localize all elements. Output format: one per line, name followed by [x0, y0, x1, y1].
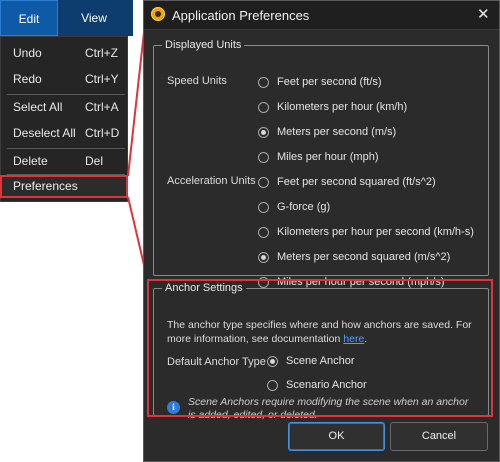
radio-speed-km-h[interactable]: Kilometers per hour (km/h): [258, 99, 407, 115]
radio-button-selected[interactable]: [267, 355, 278, 367]
menu-item-shortcut: Del: [85, 154, 104, 168]
radio-label: Meters per second (m/s): [277, 126, 397, 138]
documentation-link[interactable]: here: [343, 333, 364, 345]
radio-accel-ft-s2[interactable]: Feet per second squared (ft/s^2): [258, 174, 436, 190]
anchor-description-text: The anchor type specifies where and how …: [167, 319, 472, 345]
menu-item-redo[interactable]: Redo Ctrl+Y: [1, 68, 127, 90]
app-logo-icon: [151, 7, 165, 21]
radio-label: Miles per hour (mph): [277, 151, 379, 163]
radio-label: Scenario Anchor: [286, 379, 367, 391]
radio-speed-m-s[interactable]: Meters per second (m/s): [258, 124, 396, 140]
radio-button[interactable]: [258, 201, 269, 213]
anchor-description: The anchor type specifies where and how …: [167, 318, 479, 346]
menu-item-label: Select All: [13, 100, 63, 114]
menu-item-preferences[interactable]: Preferences: [0, 175, 128, 198]
menu-item-deselect-all[interactable]: Deselect All Ctrl+D: [1, 122, 127, 144]
menu-item-shortcut: Ctrl+Y: [85, 72, 119, 86]
radio-label: Feet per second squared (ft/s^2): [277, 176, 436, 188]
menu-item-label: Preferences: [13, 179, 78, 193]
radio-button[interactable]: [258, 76, 269, 88]
radio-label: Kilometers per hour per second (km/h-s): [277, 226, 474, 238]
radio-button-selected[interactable]: [258, 251, 269, 263]
menu-item-label: Redo: [13, 72, 42, 86]
radio-button[interactable]: [267, 379, 278, 391]
radio-scene-anchor[interactable]: Scene Anchor: [267, 353, 355, 369]
dialog-titlebar[interactable]: Application Preferences ✕: [144, 1, 499, 30]
menu-item-label: Undo: [13, 46, 42, 60]
menu-item-shortcut: Ctrl+A: [85, 100, 119, 114]
radio-label: G-force (g): [277, 201, 331, 213]
radio-accel-m-s2[interactable]: Meters per second squared (m/s^2): [258, 249, 450, 265]
radio-speed-ft-s[interactable]: Feet per second (ft/s): [258, 74, 382, 90]
radio-label: Kilometers per hour (km/h): [277, 101, 408, 113]
acceleration-units-label: Acceleration Units: [167, 175, 256, 187]
info-icon: i: [167, 401, 180, 414]
radio-button-selected[interactable]: [258, 126, 269, 138]
menu-edit[interactable]: Edit: [0, 0, 58, 36]
preferences-dialog: Application Preferences ✕ Displayed Unit…: [143, 0, 500, 462]
menu-item-label: Delete: [13, 154, 48, 168]
menu-view[interactable]: View: [66, 0, 122, 36]
radio-speed-mph[interactable]: Miles per hour (mph): [258, 149, 378, 165]
menu-item-label: Deselect All: [13, 126, 76, 140]
menu-item-delete[interactable]: Delete Del: [1, 150, 127, 172]
cancel-button[interactable]: Cancel: [390, 422, 488, 451]
radio-button[interactable]: [258, 151, 269, 163]
menu-item-select-all[interactable]: Select All Ctrl+A: [1, 96, 127, 118]
menu-item-shortcut: Ctrl+Z: [85, 46, 118, 60]
default-anchor-type-label: Default Anchor Type: [167, 356, 266, 368]
menu-item-shortcut: Ctrl+D: [85, 126, 120, 140]
radio-label: Scene Anchor: [286, 355, 355, 367]
anchor-settings-group: Anchor Settings The anchor type specifie…: [153, 282, 489, 421]
menu-separator: [7, 148, 125, 149]
close-icon[interactable]: ✕: [477, 5, 490, 23]
radio-scenario-anchor[interactable]: Scenario Anchor: [267, 377, 367, 393]
radio-button[interactable]: [258, 101, 269, 113]
radio-button[interactable]: [258, 176, 269, 188]
menubar: Edit View: [0, 0, 133, 36]
group-legend: Anchor Settings: [165, 282, 243, 294]
displayed-units-group: Displayed Units Speed Units Feet per sec…: [153, 39, 489, 288]
radio-accel-g[interactable]: G-force (g): [258, 199, 330, 215]
anchor-info-note: Scene Anchors require modifying the scen…: [188, 396, 469, 421]
radio-button[interactable]: [258, 226, 269, 238]
radio-label: Feet per second (ft/s): [277, 76, 382, 88]
speed-units-label: Speed Units: [167, 75, 227, 87]
menu-item-undo[interactable]: Undo Ctrl+Z: [1, 42, 127, 64]
radio-label: Meters per second squared (m/s^2): [277, 251, 451, 263]
menu-separator: [7, 94, 125, 95]
anchor-description-period: .: [364, 333, 368, 345]
dialog-title: Application Preferences: [172, 8, 310, 23]
group-legend: Displayed Units: [165, 39, 242, 51]
radio-accel-km-h-s[interactable]: Kilometers per hour per second (km/h-s): [258, 224, 474, 240]
ok-button[interactable]: OK: [288, 422, 385, 451]
